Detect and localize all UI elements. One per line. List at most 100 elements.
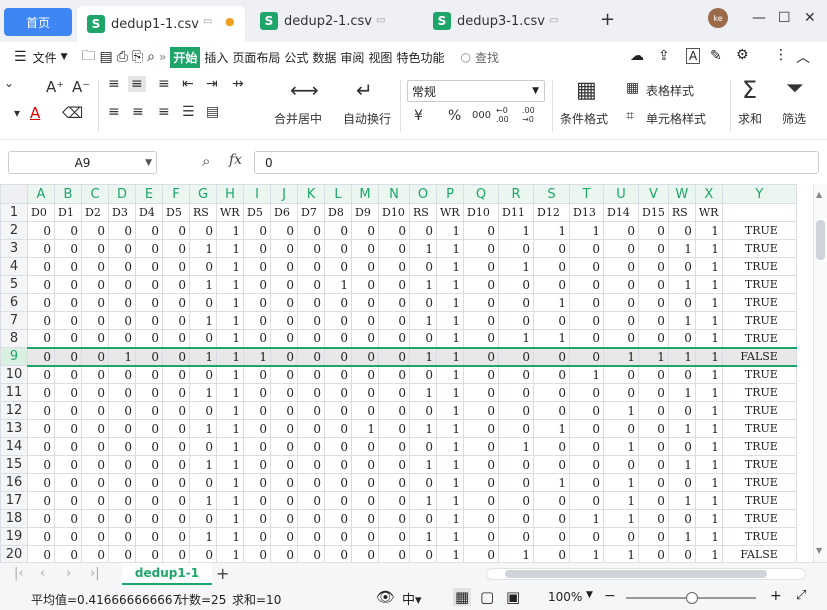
table-cell[interactable]: 0 <box>297 383 325 402</box>
decrease-font-icon[interactable]: A⁻ <box>72 78 90 96</box>
table-cell[interactable]: 0 <box>297 239 325 258</box>
table-cell[interactable]: 0 <box>569 239 604 258</box>
table-cell[interactable]: 0 <box>270 346 298 367</box>
wrap-text-button[interactable]: 自动换行 <box>343 110 391 127</box>
table-cell[interactable]: 0 <box>54 311 82 330</box>
column-header[interactable]: R <box>498 184 534 204</box>
column-header[interactable]: P <box>436 184 464 204</box>
table-cell[interactable]: 0 <box>463 437 499 456</box>
table-cell[interactable]: TRUE <box>721 527 797 546</box>
table-cell[interactable]: 1 <box>694 293 723 312</box>
table-cell[interactable]: 0 <box>108 455 136 474</box>
header-cell[interactable]: WR <box>216 203 244 222</box>
table-cell[interactable]: 0 <box>533 545 570 562</box>
table-cell[interactable]: 0 <box>189 293 217 312</box>
table-cell[interactable]: 1 <box>108 346 136 367</box>
table-cell[interactable]: 0 <box>243 545 271 562</box>
table-cell[interactable]: 0 <box>638 491 669 510</box>
table-cell[interactable]: 0 <box>81 545 109 562</box>
column-header[interactable]: G <box>189 184 217 204</box>
table-cell[interactable]: 0 <box>162 419 190 438</box>
table-cell[interactable]: 0 <box>81 401 109 420</box>
table-cell[interactable]: 0 <box>378 275 410 294</box>
row-header[interactable]: 9 <box>0 347 28 366</box>
table-cell[interactable]: 0 <box>297 455 325 474</box>
table-cell[interactable]: 0 <box>189 509 217 528</box>
table-cell[interactable]: 0 <box>409 293 437 312</box>
table-cell[interactable]: 1 <box>436 346 464 367</box>
table-cell[interactable]: 0 <box>463 491 499 510</box>
table-cell[interactable]: 0 <box>297 527 325 546</box>
table-cell[interactable]: TRUE <box>721 293 797 312</box>
table-cell[interactable]: 1 <box>694 383 723 402</box>
table-cell[interactable]: 0 <box>463 455 499 474</box>
table-cell[interactable]: 0 <box>638 365 669 384</box>
table-cell[interactable]: 0 <box>667 545 696 562</box>
table-cell[interactable]: 0 <box>108 293 136 312</box>
table-cell[interactable]: 0 <box>351 509 379 528</box>
maximize-icon[interactable]: ☐ <box>778 10 791 26</box>
table-cell[interactable]: 0 <box>378 257 410 276</box>
distribute-icon[interactable]: ▤ <box>206 104 219 120</box>
table-cell[interactable]: 0 <box>463 311 499 330</box>
table-cell[interactable]: 0 <box>81 365 109 384</box>
table-cell[interactable]: 1 <box>436 419 464 438</box>
table-cell[interactable]: 0 <box>81 346 109 367</box>
table-cell[interactable]: 0 <box>533 455 570 474</box>
table-cell[interactable]: 0 <box>603 257 639 276</box>
table-cell[interactable]: 0 <box>297 311 325 330</box>
table-cell[interactable]: 0 <box>297 221 325 240</box>
table-cell[interactable]: 1 <box>216 491 244 510</box>
scroll-thumb[interactable] <box>816 220 825 260</box>
merge-center-button[interactable]: 合并居中 <box>274 110 322 127</box>
chevron-down-icon[interactable]: ▼ <box>61 52 68 62</box>
table-cell[interactable]: 0 <box>463 275 499 294</box>
thousands-button[interactable]: 000 <box>472 110 491 121</box>
table-cell[interactable]: 0 <box>603 239 639 258</box>
table-cell[interactable]: 0 <box>135 527 163 546</box>
table-cell[interactable]: 0 <box>243 221 271 240</box>
table-cell[interactable]: 0 <box>498 346 534 367</box>
table-cell[interactable]: 1 <box>694 239 723 258</box>
table-cell[interactable]: 0 <box>189 365 217 384</box>
table-cell[interactable]: 1 <box>216 401 244 420</box>
table-cell[interactable]: 0 <box>108 527 136 546</box>
column-header[interactable]: A <box>27 184 55 204</box>
currency-button[interactable]: ¥ <box>414 108 423 124</box>
table-cell[interactable]: 0 <box>324 293 352 312</box>
table-cell[interactable]: 0 <box>27 275 55 294</box>
table-cell[interactable]: 0 <box>27 401 55 420</box>
file-tab-1[interactable]: S dedup1-1.csv ▭ ● <box>77 6 245 42</box>
table-cell[interactable]: 1 <box>569 365 604 384</box>
column-header[interactable]: B <box>54 184 82 204</box>
table-cell[interactable]: 0 <box>638 239 669 258</box>
row-header[interactable]: 18 <box>0 509 28 528</box>
table-cell[interactable]: 0 <box>54 365 82 384</box>
row-header[interactable]: 15 <box>0 455 28 474</box>
font-color-icon[interactable]: A <box>30 104 40 122</box>
table-cell[interactable]: 0 <box>297 401 325 420</box>
table-cell[interactable]: 0 <box>27 257 55 276</box>
table-cell[interactable]: 0 <box>498 455 534 474</box>
table-cell[interactable]: 0 <box>638 311 669 330</box>
column-header[interactable]: M <box>351 184 379 204</box>
table-cell[interactable]: 0 <box>409 437 437 456</box>
table-cell[interactable]: 0 <box>27 221 55 240</box>
search-label[interactable]: 查找 <box>475 49 499 66</box>
header-cell[interactable]: WR <box>436 203 464 222</box>
cloud-icon[interactable]: ☁ <box>630 48 644 64</box>
table-cell[interactable]: 0 <box>54 257 82 276</box>
header-cell[interactable]: D14 <box>603 203 639 222</box>
table-cell[interactable]: 0 <box>270 473 298 492</box>
table-cell[interactable]: 0 <box>297 346 325 367</box>
table-cell[interactable]: 0 <box>351 383 379 402</box>
dropdown-icon[interactable]: ▾ <box>14 106 20 120</box>
table-cell[interactable]: 0 <box>667 365 696 384</box>
menu-features[interactable]: 特色功能 <box>396 49 444 66</box>
table-cell[interactable]: 0 <box>603 455 639 474</box>
column-header[interactable]: L <box>324 184 352 204</box>
table-cell[interactable]: 0 <box>378 401 410 420</box>
table-cell[interactable]: 1 <box>694 401 723 420</box>
table-cell[interactable]: 0 <box>498 401 534 420</box>
table-cell[interactable]: 0 <box>667 221 696 240</box>
